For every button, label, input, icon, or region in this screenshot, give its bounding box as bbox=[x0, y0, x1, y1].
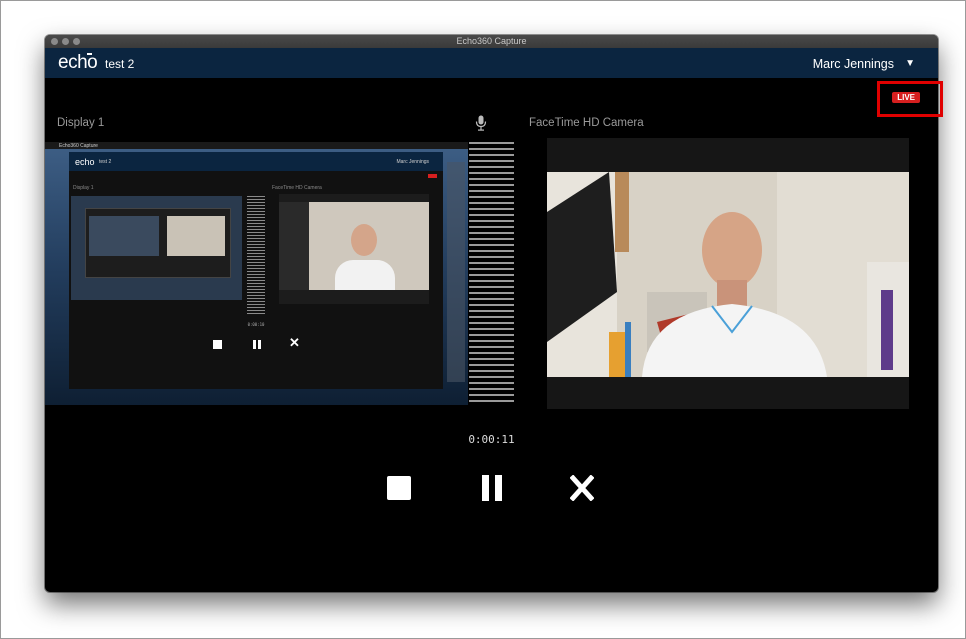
app-header: echo test 2 Marc Jennings ▼ bbox=[45, 48, 938, 78]
meter-bar bbox=[469, 346, 514, 348]
meter-bar bbox=[469, 166, 514, 168]
nested-camera-label: FaceTime HD Camera bbox=[272, 185, 322, 191]
nested-camera-preview bbox=[279, 194, 429, 304]
meter-bar bbox=[469, 376, 514, 378]
meter-bar bbox=[469, 334, 514, 336]
meter-bar bbox=[469, 178, 514, 180]
meter-bar bbox=[469, 304, 514, 306]
meter-bar bbox=[469, 370, 514, 372]
chevron-down-icon[interactable]: ▼ bbox=[905, 58, 915, 70]
meter-bar bbox=[469, 274, 514, 276]
nested-live-badge bbox=[428, 174, 437, 178]
meter-bar bbox=[469, 382, 514, 384]
meter-bar bbox=[469, 286, 514, 288]
meter-bar bbox=[469, 226, 514, 228]
meter-bar bbox=[469, 400, 514, 402]
nested-display-label: Display 1 bbox=[73, 185, 94, 191]
meter-bar bbox=[469, 388, 514, 390]
meter-bar bbox=[469, 244, 514, 246]
audio-level-meter bbox=[469, 142, 514, 406]
user-menu[interactable]: Marc Jennings bbox=[813, 57, 894, 71]
meter-bar bbox=[469, 190, 514, 192]
meter-bar bbox=[469, 292, 514, 294]
nested-display-preview bbox=[71, 196, 242, 300]
cancel-button[interactable] bbox=[569, 474, 595, 502]
meter-bar bbox=[469, 220, 514, 222]
meter-bar bbox=[469, 256, 514, 258]
meter-bar bbox=[469, 280, 514, 282]
echo-logo-accent bbox=[87, 53, 92, 55]
meter-bar bbox=[469, 352, 514, 354]
meter-bar bbox=[469, 148, 514, 150]
pause-button[interactable] bbox=[481, 475, 503, 501]
display-source-label: Display 1 bbox=[57, 117, 105, 129]
meter-bar bbox=[469, 160, 514, 162]
nested-timer: 0:00:10 bbox=[247, 322, 265, 327]
nested-user: Marc Jennings bbox=[396, 159, 429, 165]
echo-logo: echo bbox=[58, 52, 98, 73]
meter-bar bbox=[469, 298, 514, 300]
capture-window: Echo360 Capture echo test 2 Marc Jenning… bbox=[45, 35, 938, 592]
nested-capture-window: echo test 2 Marc Jennings Display 1 Face… bbox=[69, 152, 443, 389]
meter-bar bbox=[469, 316, 514, 318]
meter-bar bbox=[469, 142, 514, 144]
pause-icon bbox=[482, 475, 502, 501]
nested-audio-meter bbox=[247, 196, 265, 314]
meter-bar bbox=[469, 322, 514, 324]
meter-bar bbox=[469, 172, 514, 174]
meter-bar bbox=[469, 364, 514, 366]
meter-bar bbox=[469, 250, 514, 252]
meter-bar bbox=[469, 262, 514, 264]
camera-feed-image bbox=[547, 172, 909, 377]
window-title: Echo360 Capture bbox=[456, 36, 527, 46]
nested-pause-icon bbox=[253, 340, 256, 349]
meter-bar bbox=[469, 154, 514, 156]
meter-bar bbox=[469, 202, 514, 204]
meter-bar bbox=[469, 238, 514, 240]
display-preview: Echo360 Capture echo test 2 Marc Jenning… bbox=[45, 142, 468, 405]
nested-session: test 2 bbox=[99, 159, 112, 165]
close-icon bbox=[569, 474, 595, 502]
nested-header: echo test 2 Marc Jennings bbox=[69, 152, 443, 171]
meter-bar bbox=[469, 394, 514, 396]
meter-bar bbox=[469, 268, 514, 270]
stop-button[interactable] bbox=[387, 476, 411, 500]
live-badge-highlight bbox=[877, 81, 943, 117]
session-title: test 2 bbox=[105, 57, 135, 71]
meter-bar bbox=[469, 214, 514, 216]
nested-stop-icon bbox=[213, 340, 222, 349]
meter-bar bbox=[469, 310, 514, 312]
nested-menu-app: Echo360 Capture bbox=[59, 143, 98, 149]
recording-timer: 0:00:11 bbox=[468, 433, 515, 446]
nested-echo-logo: echo bbox=[75, 157, 95, 167]
meter-bar bbox=[469, 340, 514, 342]
meter-bar bbox=[469, 232, 514, 234]
meter-bar bbox=[469, 358, 514, 360]
camera-preview bbox=[547, 172, 909, 377]
title-bar[interactable]: Echo360 Capture bbox=[45, 35, 938, 48]
microphone-icon bbox=[475, 115, 487, 131]
camera-source-label: FaceTime HD Camera bbox=[529, 117, 644, 129]
meter-bar bbox=[469, 196, 514, 198]
meter-bar bbox=[469, 328, 514, 330]
meter-bar bbox=[469, 208, 514, 210]
nested-close-icon: ✕ bbox=[289, 335, 300, 350]
meter-bar bbox=[469, 184, 514, 186]
